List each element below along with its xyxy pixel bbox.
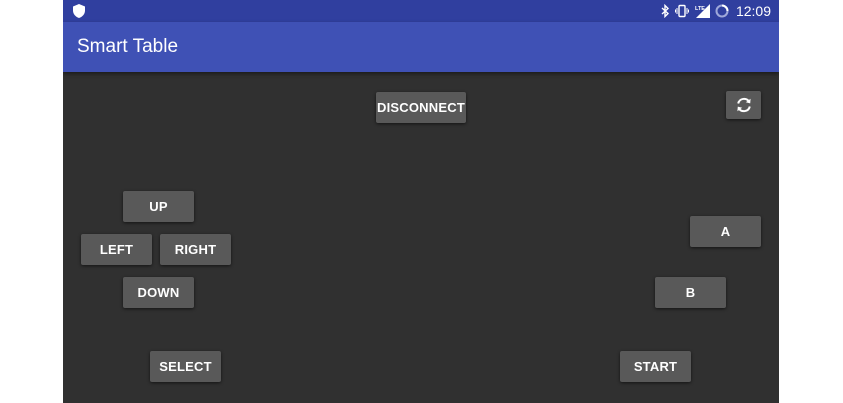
a-button[interactable]: A (690, 216, 761, 247)
start-button[interactable]: START (620, 351, 691, 382)
b-button[interactable]: B (655, 277, 726, 308)
select-button[interactable]: SELECT (150, 351, 221, 382)
bluetooth-icon (661, 4, 670, 18)
app-title: Smart Table (77, 36, 179, 57)
left-button[interactable]: LEFT (81, 234, 152, 265)
down-button[interactable]: DOWN (123, 277, 194, 308)
sync-icon (736, 97, 751, 113)
svg-text:LTE: LTE (695, 6, 705, 12)
right-button[interactable]: RIGHT (160, 234, 231, 265)
app-screen: LTE 12:09 Smart Table DISCONNECT UP LEFT… (63, 0, 779, 403)
lte-signal-icon: LTE (694, 4, 710, 18)
shield-icon (73, 4, 87, 18)
up-button[interactable]: UP (123, 191, 194, 222)
disconnect-button[interactable]: DISCONNECT (376, 92, 466, 123)
status-icons: LTE 12:09 (661, 0, 771, 22)
status-clock: 12:09 (735, 3, 771, 19)
status-bar: LTE 12:09 (63, 0, 779, 22)
app-bar: Smart Table (63, 22, 779, 72)
vibrate-icon (674, 4, 689, 18)
sync-button[interactable] (726, 91, 761, 119)
battery-charging-icon (715, 4, 729, 18)
